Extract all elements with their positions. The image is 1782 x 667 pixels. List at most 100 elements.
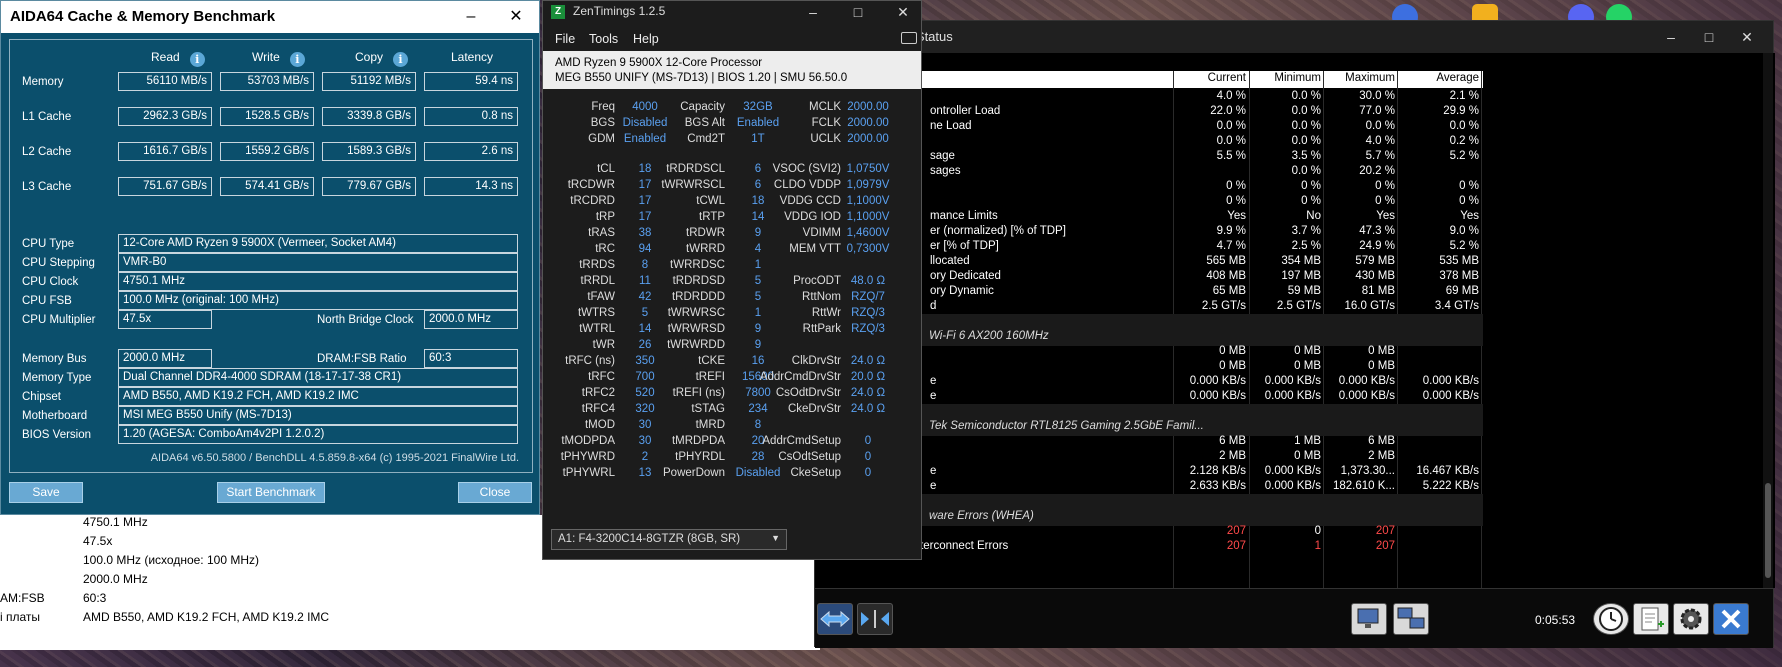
menu-tools[interactable]: Tools xyxy=(589,32,618,46)
sensor-minimum-value: 2.5 % xyxy=(1291,240,1321,252)
timing-label: VSOC (SVI2) xyxy=(772,163,841,175)
maximize-icon[interactable]: □ xyxy=(1699,27,1719,47)
sensor-average-value: 16.467 KB/s xyxy=(1416,465,1479,477)
info-icon[interactable]: i xyxy=(189,52,205,67)
header-maximum[interactable]: Maximum xyxy=(1325,72,1395,84)
sensor-name-text: sages xyxy=(930,165,961,177)
sensor-current-value: 0.0 % xyxy=(1216,120,1246,132)
report-add-icon[interactable] xyxy=(1633,603,1669,635)
header-average[interactable]: Average xyxy=(1399,72,1479,84)
timing-label: CsOdtSetup xyxy=(778,451,841,463)
benchmark-latency-value: 0.8 ns xyxy=(424,107,518,126)
network-computers-icon[interactable] xyxy=(1393,603,1429,635)
dram-fsb-label: DRAM:FSB Ratio xyxy=(317,353,407,365)
sensor-current-value: 65 MB xyxy=(1212,285,1246,297)
info-icon[interactable]: i xyxy=(289,52,305,67)
close-icon[interactable]: ✕ xyxy=(1737,27,1757,47)
sensor-average-value: 0 % xyxy=(1459,180,1479,192)
timing-label: tREFI xyxy=(695,371,725,383)
screenshot-camera-icon[interactable] xyxy=(901,32,917,44)
sensor-name-text: er [% of TDP] xyxy=(930,240,999,252)
dimm-select[interactable]: A1: F4-3200C14-8GTZR (8GB, SR) ▼ xyxy=(551,529,787,550)
close-button[interactable]: Close xyxy=(458,482,532,503)
sensor-maximum-value: 0.000 KB/s xyxy=(1338,390,1395,402)
sensor-name-text: ory Dedicated xyxy=(930,270,1001,282)
timing-value: RZQ/3 xyxy=(851,323,885,335)
menu-file[interactable]: File xyxy=(555,32,575,46)
sensor-average-value: 0.0 % xyxy=(1449,120,1479,132)
benchmark-read-value: 56110 MB/s xyxy=(118,72,212,91)
hwinfo-titlebar[interactable]: 4-4610 Sensor Status – □ ✕ xyxy=(815,21,1773,53)
timing-label: CsOdtDrvStr xyxy=(775,387,841,399)
timing-value: 9 xyxy=(754,339,762,351)
sensor-name-text: Wi-Fi 6 AX200 160MHz xyxy=(929,330,1049,342)
sensor-minimum-value: 0 MB xyxy=(1294,360,1321,372)
timing-label: tMOD xyxy=(584,419,615,431)
aida64-benchmark-window[interactable]: AIDA64 Cache & Memory Benchmark – ✕ Read… xyxy=(0,0,540,515)
menu-help[interactable]: Help xyxy=(633,32,659,46)
aida64-titlebar[interactable]: AIDA64 Cache & Memory Benchmark – ✕ xyxy=(1,1,539,33)
close-x-icon[interactable] xyxy=(1713,603,1749,635)
board-info: MEG B550 UNIFY (MS-7D13) | BIOS 1.20 | S… xyxy=(555,72,848,84)
close-icon[interactable]: ✕ xyxy=(506,7,526,27)
timing-value: 8 xyxy=(754,419,762,431)
header-minimum[interactable]: Minimum xyxy=(1251,72,1321,84)
sensor-name-text: d xyxy=(930,300,937,312)
timing-label: tRDRDSCL xyxy=(666,163,725,175)
cpu-info-panel: AMD Ryzen 9 5900X 12-Core Processor MEG … xyxy=(543,51,921,89)
cpu-clock-label: CPU Clock xyxy=(22,276,79,288)
bg-value: 47.5x xyxy=(83,534,113,548)
scrollbar-thumb[interactable] xyxy=(1765,483,1771,578)
sensor-current-value: 22.0 % xyxy=(1210,105,1246,117)
monitor-icon[interactable] xyxy=(1351,603,1387,635)
motherboard-value: MSI MEG B550 Unify (MS-7D13) xyxy=(118,406,518,425)
benchmark-copy-value: 1589.3 GB/s xyxy=(322,142,416,161)
zentimings-window[interactable]: Z ZenTimings 1.2.5 – □ ✕ File Tools Help… xyxy=(542,0,922,560)
timing-label: GDM xyxy=(588,133,615,145)
sensor-average-value: 5.2 % xyxy=(1449,150,1479,162)
clock-icon[interactable] xyxy=(1593,603,1629,635)
close-icon[interactable]: ✕ xyxy=(893,2,913,22)
header-current[interactable]: Current xyxy=(1175,72,1246,84)
minimize-icon[interactable]: – xyxy=(803,2,823,22)
hwinfo-sensor-window[interactable]: 4-4610 Sensor Status – □ ✕ Current Minim… xyxy=(814,20,1775,648)
sensor-average-value: 535 MB xyxy=(1439,255,1479,267)
bg-label: AM:FSB xyxy=(0,591,45,605)
dimm-select-value: A1: F4-3200C14-8GTZR (8GB, SR) xyxy=(558,533,741,545)
timing-label: tWRRDSC xyxy=(670,259,725,271)
timing-label: tWRRD xyxy=(686,243,725,255)
sensor-maximum-value: 207 xyxy=(1375,525,1395,537)
timing-value: 24.0 Ω xyxy=(850,403,886,415)
sensor-minimum-value: 0.000 KB/s xyxy=(1264,480,1321,492)
timing-label: UCLK xyxy=(810,133,841,145)
sensor-minimum-value: 0.0 % xyxy=(1291,90,1321,102)
zentimings-logo-icon: Z xyxy=(551,5,565,19)
settings-gear-icon[interactable] xyxy=(1673,603,1709,635)
maximize-icon[interactable]: □ xyxy=(848,2,868,22)
collapse-arrows-icon[interactable] xyxy=(857,603,893,635)
sensor-current-value: 408 MB xyxy=(1206,270,1246,282)
timing-label: tWTRS xyxy=(577,307,615,319)
expand-arrows-icon[interactable] xyxy=(817,603,853,635)
info-icon[interactable]: i xyxy=(393,52,409,67)
benchmark-row-label: L2 Cache xyxy=(22,146,72,158)
zentimings-titlebar[interactable]: Z ZenTimings 1.2.5 – □ ✕ xyxy=(543,1,921,23)
sensor-current-value: 5.5 % xyxy=(1216,150,1246,162)
minimize-icon[interactable]: – xyxy=(461,7,481,27)
timing-label: MCLK xyxy=(809,101,841,113)
sensor-current-value: 2.633 KB/s xyxy=(1189,480,1246,492)
sensor-average-value: 5.2 % xyxy=(1449,240,1479,252)
start-benchmark-button[interactable]: Start Benchmark xyxy=(217,482,325,503)
sensor-scrollbar[interactable] xyxy=(1763,53,1773,588)
timing-label: tWRWRDD xyxy=(667,339,725,351)
sensor-average-value: 2.1 % xyxy=(1449,90,1479,102)
timing-label: AddrCmdSetup xyxy=(762,435,841,447)
timing-label: tCWL xyxy=(696,195,725,207)
timing-label: tRC xyxy=(595,243,615,255)
save-button[interactable]: Save xyxy=(9,482,83,503)
minimize-icon[interactable]: – xyxy=(1661,27,1681,47)
top-app-icons xyxy=(816,0,1782,30)
sensor-average-value: 9.0 % xyxy=(1449,225,1479,237)
sensor-minimum-value: 0 MB xyxy=(1294,345,1321,357)
sensor-minimum-value: 0.0 % xyxy=(1291,165,1321,177)
